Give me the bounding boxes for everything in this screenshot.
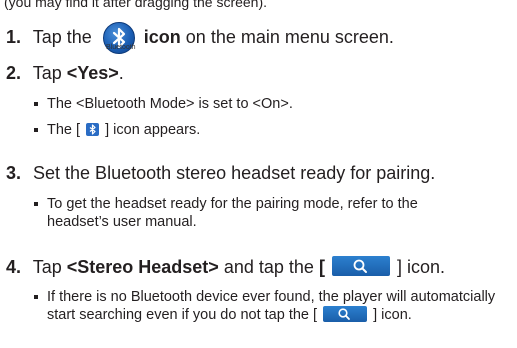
bullet-item: The [ ] icon appears. [34,121,200,139]
bullet-text-post: ] icon appears. [105,122,201,138]
step-1: 1. Tap the icon on the main menu screen. [6,22,394,54]
bullet-item: To get the headset ready for the pairing… [34,195,474,231]
step-text-post: on the main menu screen. [185,26,394,47]
step-number: 4. [6,257,22,277]
intro-fragment: (you may find it after dragging the scre… [4,0,268,10]
step-text-pre: Tap [32,63,62,83]
step-text-post: ] icon. [396,257,445,277]
step-number: 2. [6,63,22,83]
bullet-text-pre: The [ [47,122,81,138]
step-text: Set the Bluetooth stereo headset ready f… [33,163,436,183]
bullet-text: If there is no Bluetooth device ever fou… [47,289,496,323]
step-text-bold-bracket: [ [318,257,325,277]
bluetooth-small-icon [86,123,100,136]
bullet-text-end-pre: [ [313,307,318,323]
search-icon[interactable] [331,256,390,276]
step-3: 3. Set the Bluetooth stereo headset read… [6,162,435,184]
step-text-bold: <Stereo Headset> [66,257,219,277]
bullet-item: If there is no Bluetooth device ever fou… [34,288,504,324]
bullet-text-end-post: ] icon. [373,307,412,323]
step-number: 3. [6,163,22,183]
step-number: 1. [6,26,22,47]
step-text-post: . [118,63,124,83]
step-2: 2. Tap <Yes>. [6,62,124,84]
bullet-text: The <Bluetooth Mode> is set to <On>. [47,96,293,112]
bullet-item: The <Bluetooth Mode> is set to <On>. [34,95,293,113]
step-text-bold: <Yes> [66,63,119,83]
bullet-text: To get the headset ready for the pairing… [47,196,418,230]
step-text-mid: and tap the [223,257,314,277]
step-4: 4. Tap <Stereo Headset> and tap the [ ] … [6,256,445,278]
step-text-pre: Tap the [32,26,92,47]
step-text-bold: icon [143,26,181,47]
bluetooth-icon-caption: Bluetooth [106,44,136,51]
step-text-pre: Tap [32,257,62,277]
search-icon[interactable] [323,306,368,322]
